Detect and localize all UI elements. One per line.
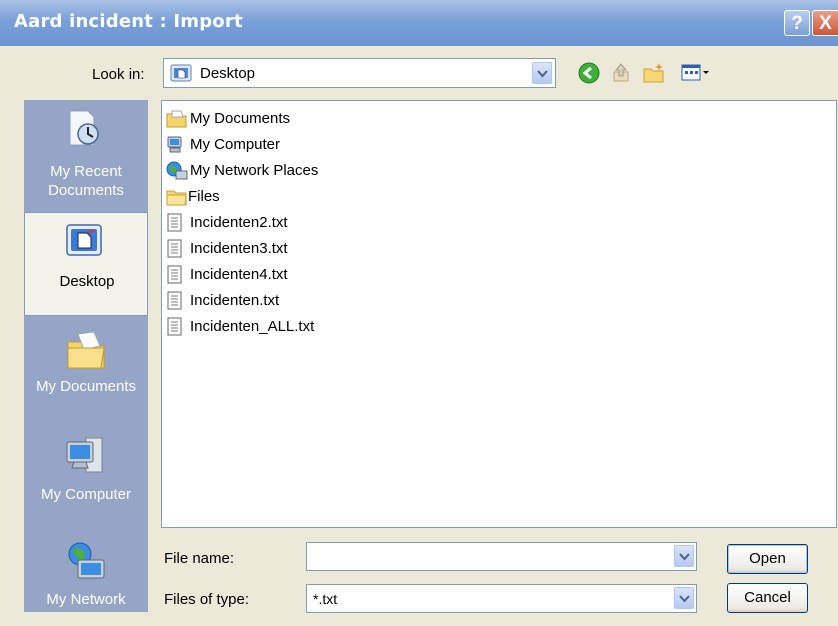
new-folder-icon[interactable] bbox=[642, 62, 666, 88]
my-computer-icon bbox=[66, 437, 103, 473]
title-bar: Aard incident : Import ? X bbox=[0, 0, 838, 46]
my-computer-icon bbox=[167, 136, 182, 153]
desktop-icon bbox=[170, 64, 192, 88]
open-button[interactable]: Open bbox=[727, 544, 808, 574]
text-file-icon bbox=[167, 317, 182, 336]
my-network-icon bbox=[68, 542, 105, 579]
place-label: Desktop bbox=[59, 273, 115, 290]
file-name: Incidenten.txt bbox=[190, 292, 280, 309]
chevron-down-icon bbox=[537, 70, 548, 78]
file-name: My Computer bbox=[190, 136, 281, 153]
chevron-down-icon bbox=[679, 595, 690, 603]
place-label: My Recent bbox=[50, 163, 122, 180]
file-list[interactable]: My Documents My Computer My Network Plac… bbox=[161, 100, 837, 528]
network-places-icon bbox=[166, 161, 188, 180]
file-name: My Documents bbox=[190, 110, 291, 127]
file-name-input[interactable] bbox=[306, 542, 697, 571]
cancel-button[interactable]: Cancel bbox=[727, 583, 808, 613]
file-name: Files bbox=[188, 188, 220, 205]
my-documents-icon bbox=[67, 331, 105, 369]
place-my-computer[interactable]: My Computer bbox=[24, 428, 148, 534]
file-name-dropdown-button[interactable] bbox=[674, 545, 694, 567]
back-icon[interactable] bbox=[578, 62, 600, 88]
up-folder-icon[interactable] bbox=[610, 62, 632, 88]
place-label: Documents bbox=[48, 182, 124, 199]
text-file-icon bbox=[167, 291, 182, 310]
place-my-recent-documents[interactable]: My Recent Documents bbox=[24, 100, 148, 210]
close-button[interactable]: X bbox=[812, 10, 838, 36]
my-documents-icon bbox=[166, 110, 187, 128]
place-label: My Documents bbox=[35, 378, 137, 395]
places-bar: My Recent Documents Desktop My Documents… bbox=[24, 100, 148, 612]
files-of-type-dropdown[interactable]: *.txt bbox=[306, 584, 697, 613]
text-file-icon bbox=[167, 213, 182, 232]
place-label: My Network bbox=[46, 591, 126, 608]
window-title: Aard incident : Import bbox=[14, 11, 243, 32]
place-label: My Computer bbox=[40, 486, 132, 503]
place-my-documents[interactable]: My Documents bbox=[24, 320, 148, 426]
chevron-down-icon bbox=[679, 553, 690, 561]
look-in-label: Look in: bbox=[92, 66, 145, 83]
help-button[interactable]: ? bbox=[784, 10, 810, 36]
folder-icon bbox=[166, 190, 187, 206]
file-name: Incidenten3.txt bbox=[190, 240, 288, 257]
file-name: My Network Places bbox=[190, 162, 319, 179]
file-name: Incidenten_ALL.txt bbox=[190, 318, 315, 335]
look-in-value: Desktop bbox=[200, 65, 256, 82]
file-name: Incidenten2.txt bbox=[190, 214, 288, 231]
place-my-network[interactable]: My Network bbox=[24, 536, 148, 612]
files-of-type-label: Files of type: bbox=[164, 591, 250, 608]
views-menu-icon[interactable] bbox=[681, 62, 711, 88]
file-name-label: File name: bbox=[164, 550, 235, 567]
text-file-icon bbox=[167, 239, 182, 258]
text-file-icon bbox=[167, 265, 182, 284]
files-of-type-value: *.txt bbox=[313, 591, 338, 607]
look-in-dropdown[interactable]: Desktop bbox=[163, 58, 556, 88]
file-name: Incidenten4.txt bbox=[190, 266, 288, 283]
desktop-icon bbox=[66, 224, 102, 256]
recent-documents-icon bbox=[69, 110, 99, 146]
look-in-dropdown-button[interactable] bbox=[532, 62, 552, 84]
place-desktop[interactable]: Desktop bbox=[24, 212, 148, 316]
files-of-type-dropdown-button[interactable] bbox=[674, 587, 694, 609]
